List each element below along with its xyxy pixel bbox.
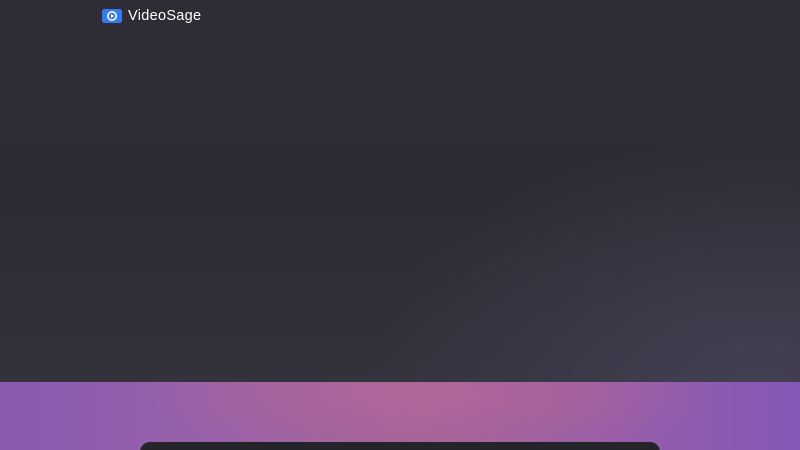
hero-section: VideoSage [0, 0, 800, 382]
brand-name: VideoSage [128, 8, 202, 24]
landing-page: VideoSage [0, 0, 800, 450]
video-chat-icon [102, 9, 122, 23]
brand-logo[interactable]: VideoSage [102, 7, 201, 25]
promo-band [0, 382, 800, 450]
content-card [140, 442, 660, 450]
